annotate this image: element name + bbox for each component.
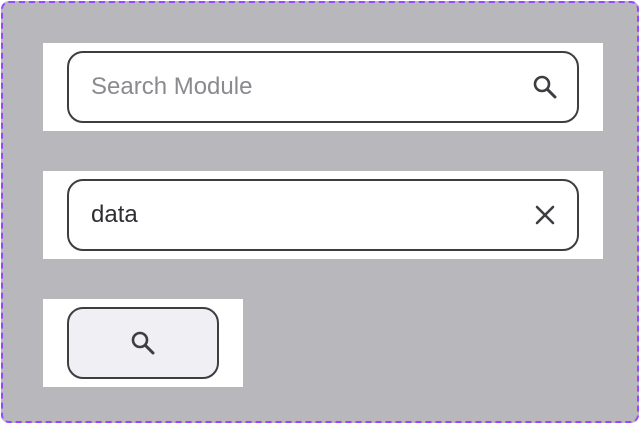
search-input-filled[interactable]: data [67, 179, 579, 251]
search-placeholder: Search Module [91, 73, 253, 100]
component-variants-frame: Search Module data [1, 1, 639, 423]
close-icon[interactable] [531, 201, 559, 229]
search-default-variant: Search Module [43, 43, 603, 131]
search-icon[interactable] [531, 73, 559, 101]
search-filled-variant: data [43, 171, 603, 259]
search-icon-only-variant [43, 299, 243, 387]
search-icon [129, 329, 157, 357]
search-button[interactable] [67, 307, 219, 379]
search-value: data [91, 201, 138, 228]
search-input[interactable]: Search Module [67, 51, 579, 123]
